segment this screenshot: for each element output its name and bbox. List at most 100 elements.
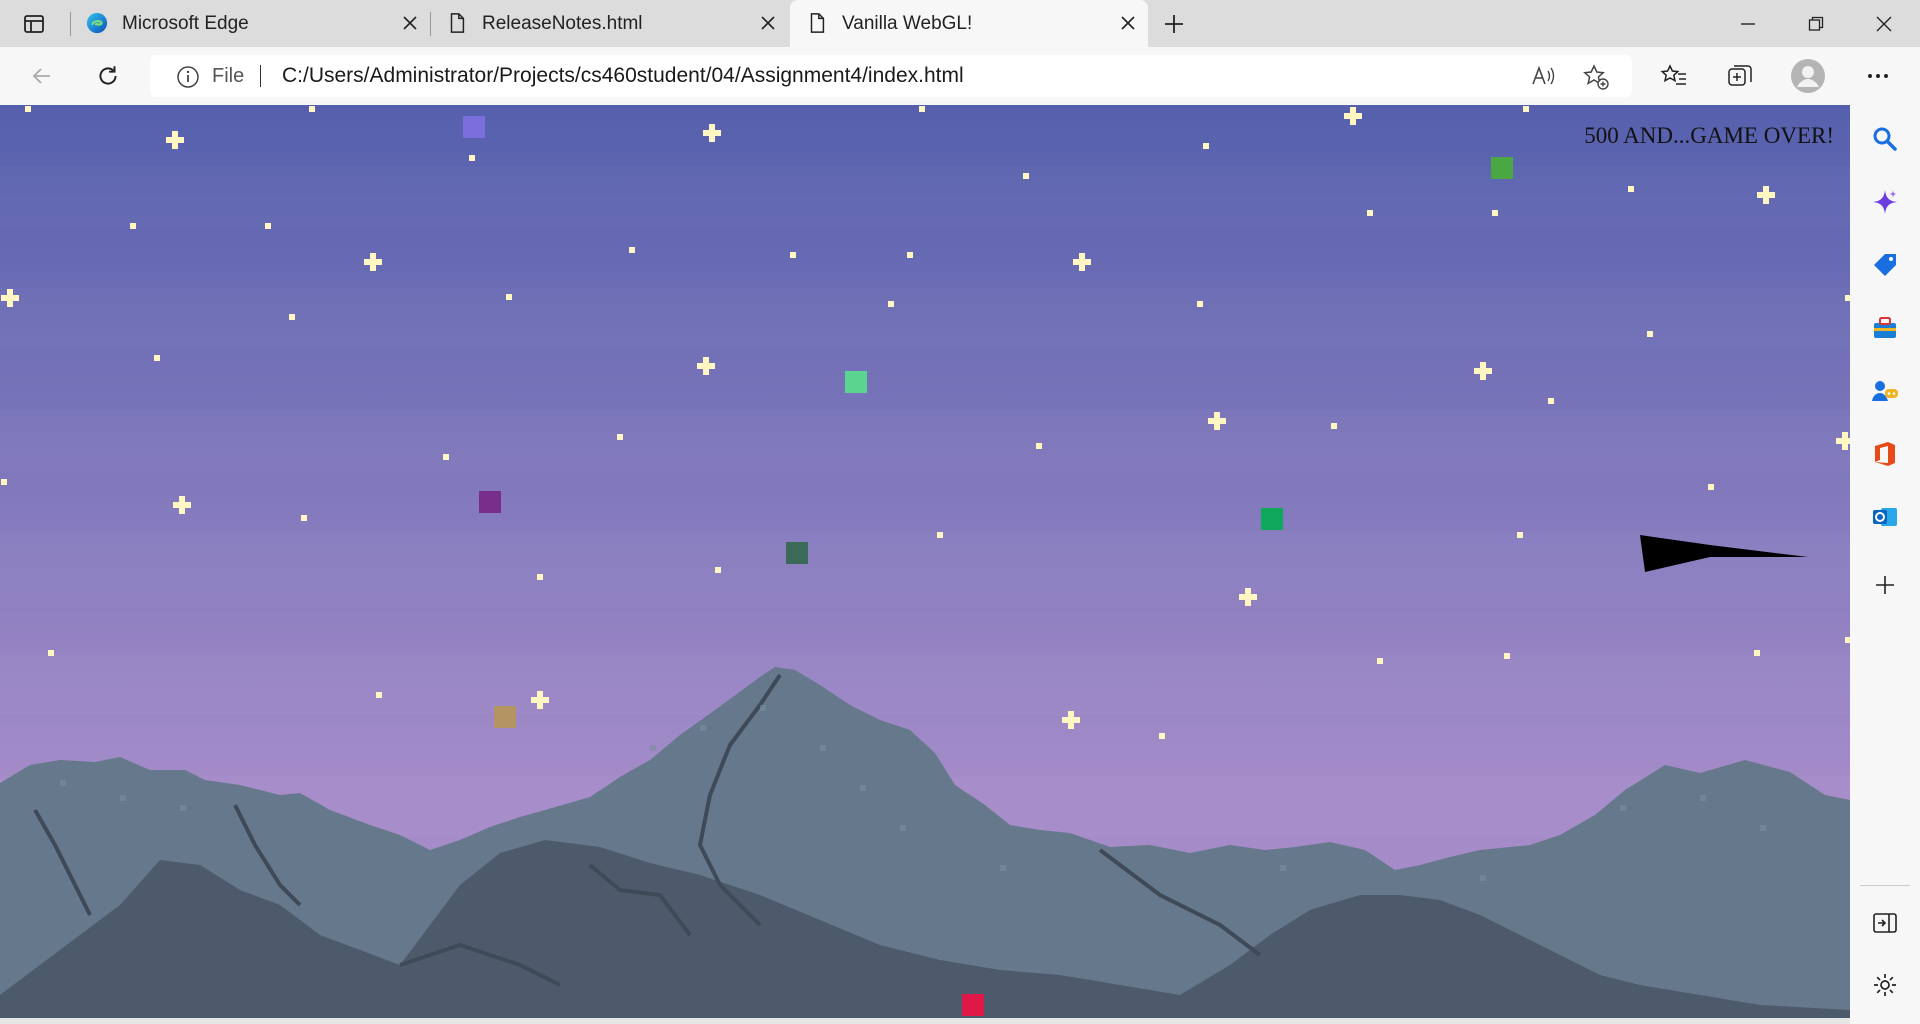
sidebar-settings-button[interactable] bbox=[1867, 967, 1903, 1003]
sidebar-hide-button[interactable] bbox=[1867, 905, 1903, 941]
dot-star bbox=[1754, 650, 1760, 656]
dot-star bbox=[1036, 443, 1042, 449]
tab-microsoft-edge[interactable]: Microsoft Edge bbox=[70, 0, 430, 47]
tab-vanilla-webgl[interactable]: Vanilla WebGL! bbox=[790, 0, 1148, 47]
add-favorite-icon[interactable] bbox=[1582, 63, 1610, 91]
close-window-button[interactable] bbox=[1850, 0, 1918, 47]
sky-bands bbox=[0, 105, 1850, 837]
tab-label: Vanilla WebGL! bbox=[842, 13, 973, 34]
dot-star bbox=[1523, 106, 1529, 112]
red-square bbox=[962, 994, 984, 1016]
window-bottom-edge bbox=[0, 1018, 1850, 1024]
close-icon bbox=[1876, 16, 1892, 31]
refresh-icon bbox=[99, 66, 117, 85]
new-tab-button[interactable] bbox=[1154, 4, 1194, 44]
sidebar-divider bbox=[1860, 885, 1910, 886]
minimize-button[interactable] bbox=[1714, 0, 1782, 47]
sidebar-shopping-button[interactable] bbox=[1867, 247, 1903, 283]
dot-star bbox=[1159, 733, 1165, 739]
dot-star bbox=[130, 223, 136, 229]
dot-star bbox=[25, 106, 31, 112]
dot-star bbox=[1708, 484, 1714, 490]
site-scheme-label: File bbox=[212, 65, 245, 87]
tab-label: Microsoft Edge bbox=[122, 13, 249, 34]
sidebar-search-button[interactable] bbox=[1867, 121, 1903, 157]
plus-icon bbox=[1165, 15, 1183, 33]
restore-button[interactable] bbox=[1782, 0, 1850, 47]
dot-star bbox=[376, 692, 382, 698]
dot-star bbox=[1517, 532, 1523, 538]
dot-star bbox=[309, 106, 315, 112]
dot-star bbox=[537, 574, 543, 580]
file-icon bbox=[810, 13, 825, 33]
dot-star bbox=[265, 223, 271, 229]
dot-star bbox=[888, 301, 894, 307]
read-aloud-icon[interactable] bbox=[1530, 63, 1556, 89]
sidebar-games-button[interactable] bbox=[1867, 373, 1903, 409]
add-icon bbox=[1876, 576, 1894, 594]
close-icon bbox=[761, 16, 775, 30]
sidebar-add-button[interactable] bbox=[1867, 567, 1903, 603]
dot-star bbox=[1647, 331, 1653, 337]
lavender-square bbox=[463, 116, 485, 138]
tab-release-notes[interactable]: ReleaseNotes.html bbox=[430, 0, 788, 47]
mint-square bbox=[845, 371, 867, 393]
settings-more-button[interactable] bbox=[1858, 56, 1898, 96]
purple-square bbox=[479, 491, 501, 513]
tab-close-button[interactable] bbox=[1116, 11, 1140, 35]
outlook-icon bbox=[1873, 508, 1897, 526]
copilot-icon bbox=[1873, 190, 1897, 214]
favorites-icon bbox=[1660, 64, 1686, 85]
info-icon bbox=[177, 66, 199, 88]
dot-star bbox=[301, 515, 307, 521]
sidebar-office-button[interactable] bbox=[1867, 436, 1903, 472]
sky-band bbox=[0, 532, 1850, 593]
close-icon bbox=[1121, 16, 1135, 30]
dot-star bbox=[1197, 301, 1203, 307]
dot-star bbox=[506, 294, 512, 300]
dot-star bbox=[48, 650, 54, 656]
profile-button[interactable] bbox=[1788, 56, 1828, 96]
edge-logo-icon bbox=[86, 12, 108, 34]
tan-square bbox=[494, 706, 516, 728]
dot-star bbox=[919, 106, 925, 112]
back-arrow-icon bbox=[32, 68, 50, 84]
sky-band bbox=[0, 288, 1850, 349]
sidebar-tools-button[interactable] bbox=[1867, 310, 1903, 346]
minimize-icon bbox=[1741, 22, 1755, 25]
tab-close-button[interactable] bbox=[398, 11, 422, 35]
tab-actions-icon bbox=[24, 15, 44, 33]
dark-green-square bbox=[786, 542, 808, 564]
back-button[interactable] bbox=[22, 56, 62, 96]
favorites-button[interactable] bbox=[1654, 56, 1694, 96]
file-icon bbox=[450, 13, 465, 33]
close-icon bbox=[403, 16, 417, 30]
sidebar-copilot-button[interactable] bbox=[1867, 184, 1903, 220]
url-text[interactable]: C:/Users/Administrator/Projects/cs460stu… bbox=[282, 64, 964, 88]
tab-close-button[interactable] bbox=[756, 11, 780, 35]
hide-sidebar-icon bbox=[1873, 913, 1897, 933]
more-horizontal-icon bbox=[1868, 74, 1888, 78]
dot-star bbox=[289, 314, 295, 320]
collections-button[interactable] bbox=[1720, 56, 1760, 96]
restore-icon bbox=[1808, 16, 1824, 31]
refresh-button[interactable] bbox=[88, 56, 128, 96]
dot-star bbox=[1203, 143, 1209, 149]
dot-star bbox=[1504, 653, 1510, 659]
webgl-canvas[interactable]: 500 AND...GAME OVER! bbox=[0, 105, 1850, 1018]
dot-star bbox=[469, 155, 475, 161]
dot-star bbox=[443, 454, 449, 460]
tab-actions-button[interactable] bbox=[14, 4, 54, 44]
games-icon bbox=[1872, 381, 1898, 401]
green-square-top-right bbox=[1491, 157, 1513, 179]
navigation-toolbar: File C:/Users/Administrator/Projects/cs4… bbox=[0, 47, 1920, 105]
shopping-tag-icon bbox=[1874, 254, 1896, 276]
sidebar-outlook-button[interactable] bbox=[1867, 499, 1903, 535]
avatar-icon bbox=[1791, 59, 1825, 93]
gear-icon bbox=[1874, 974, 1896, 996]
office-icon bbox=[1875, 442, 1895, 466]
dot-star bbox=[629, 247, 635, 253]
address-bar[interactable]: File C:/Users/Administrator/Projects/cs4… bbox=[150, 55, 1632, 97]
dot-star bbox=[617, 434, 623, 440]
dot-star bbox=[1377, 658, 1383, 664]
